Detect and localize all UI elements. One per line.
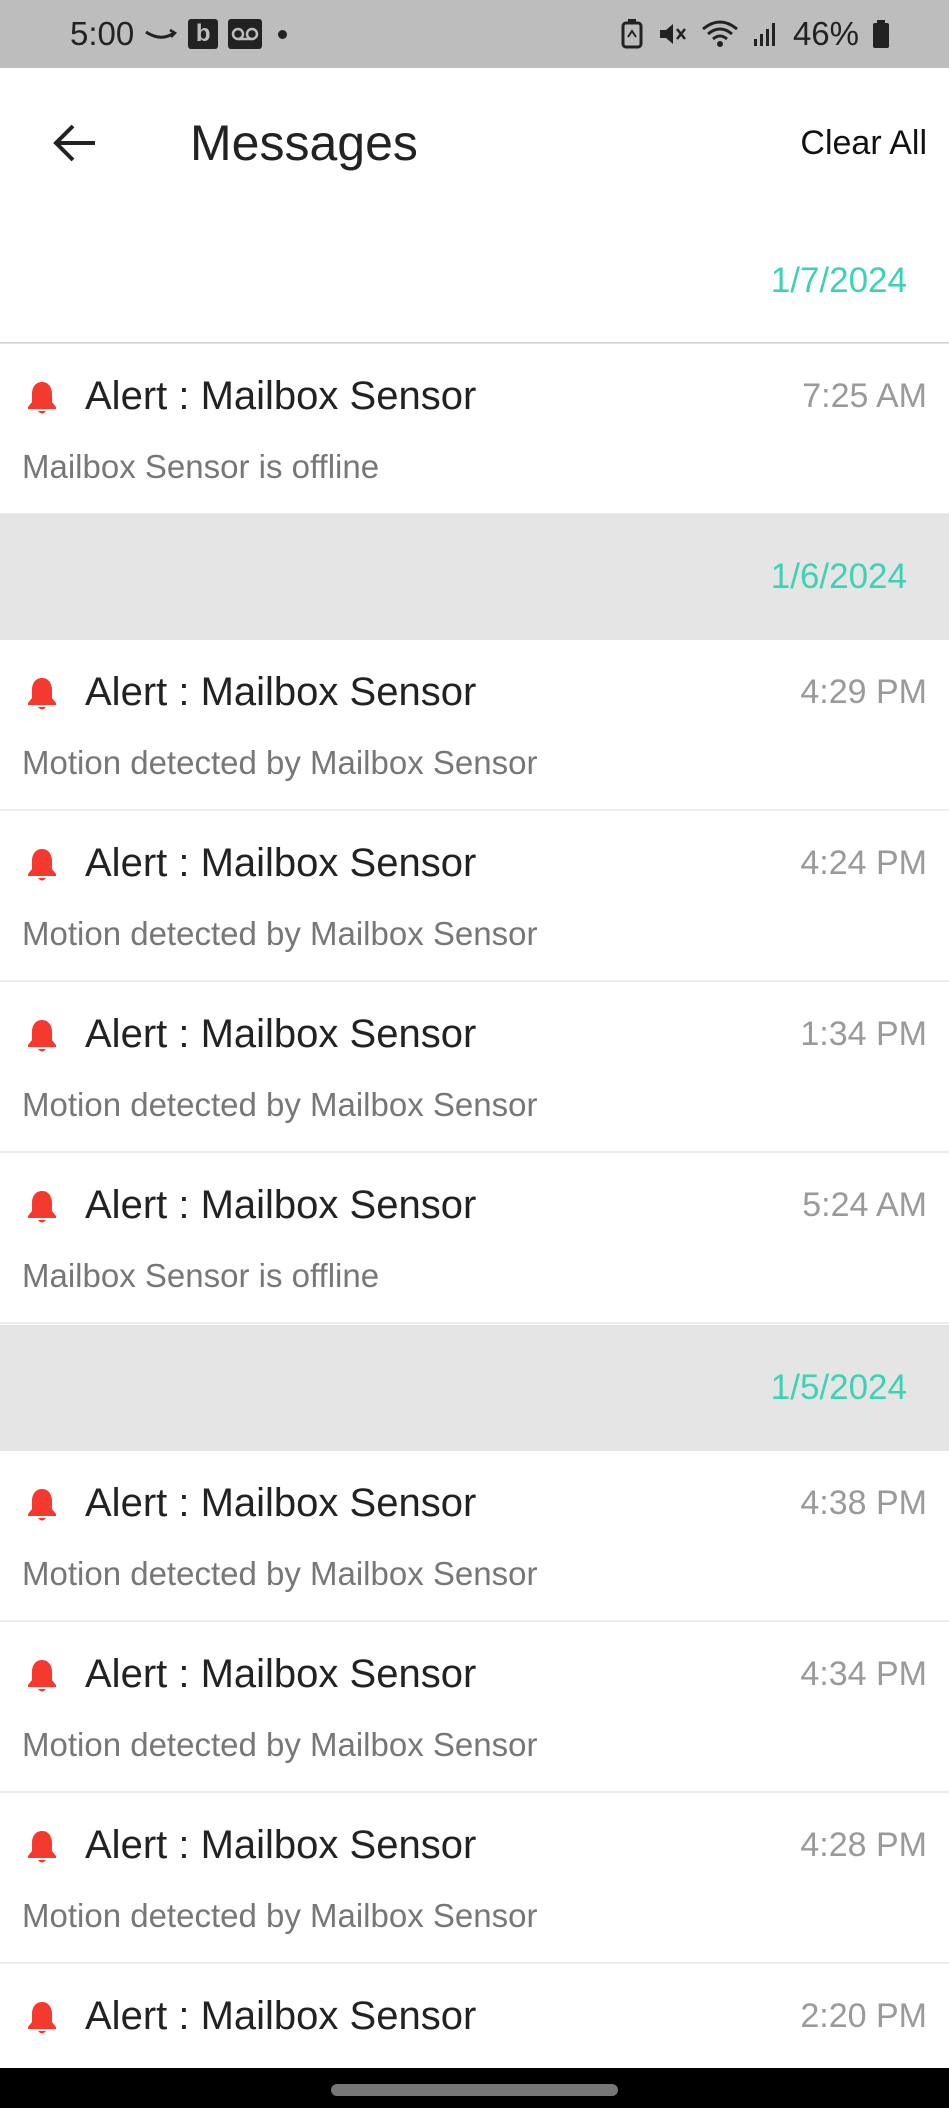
alert-title: Alert : Mailbox Sensor (85, 1012, 477, 1056)
alert-item[interactable]: Alert : Mailbox Sensor 4:28 PM Motion de… (0, 1793, 949, 1964)
alert-item[interactable]: Alert : Mailbox Sensor 7:25 AM Mailbox S… (0, 344, 949, 515)
alert-item[interactable]: Alert : Mailbox Sensor 4:29 PM Motion de… (0, 640, 949, 811)
date-header: 1/6/2024 (0, 514, 949, 640)
alert-title: Alert : Mailbox Sensor (85, 1823, 477, 1867)
dot-icon (278, 29, 288, 39)
bell-icon (28, 1489, 56, 1521)
back-button[interactable] (44, 113, 104, 173)
page-title: Messages (190, 115, 418, 171)
bell-icon (28, 382, 56, 414)
alert-title: Alert : Mailbox Sensor (85, 374, 477, 418)
clear-all-button[interactable]: Clear All (800, 118, 927, 168)
alert-time: 2:20 PM (800, 1997, 927, 2035)
wifi-icon (701, 19, 739, 49)
status-right: 46% (621, 0, 889, 68)
app-badge-icon: b (188, 19, 219, 49)
arrow-left-icon (53, 124, 95, 162)
bell-icon (28, 678, 56, 710)
bell-icon (28, 1660, 56, 1692)
alert-time: 7:25 AM (802, 377, 927, 415)
alert-message: Motion detected by Mailbox Sensor (22, 1555, 538, 1592)
alert-time: 4:24 PM (800, 844, 927, 882)
alert-message: Mailbox Sensor is offline (22, 1257, 380, 1294)
status-bar: 5:00 b 46% (0, 0, 949, 68)
alert-message: Mailbox Sensor is offline (22, 448, 380, 485)
home-handle[interactable] (331, 2084, 618, 2096)
alert-message: Motion detected by Mailbox Sensor (22, 744, 538, 781)
alert-time: 4:38 PM (800, 1484, 927, 1522)
alert-title: Alert : Mailbox Sensor (85, 1994, 477, 2038)
battery-icon (873, 20, 889, 48)
bell-icon (28, 1191, 56, 1223)
alert-time: 4:28 PM (800, 1826, 927, 1864)
date-header: 1/7/2024 (0, 218, 949, 344)
bell-icon (28, 1831, 56, 1863)
alert-item[interactable]: Alert : Mailbox Sensor 1:34 PM Motion de… (0, 982, 949, 1153)
alert-time: 1:34 PM (800, 1015, 927, 1053)
voicemail-icon (228, 19, 263, 49)
alert-item[interactable]: Alert : Mailbox Sensor 4:24 PM Motion de… (0, 811, 949, 982)
date-label: 1/5/2024 (770, 1368, 907, 1407)
date-header: 1/5/2024 (0, 1325, 949, 1451)
alert-title: Alert : Mailbox Sensor (85, 841, 477, 885)
alert-title: Alert : Mailbox Sensor (85, 670, 477, 714)
status-time: 5:00 (70, 15, 135, 52)
alert-time: 5:24 AM (802, 1186, 927, 1224)
alert-time: 4:29 PM (800, 673, 927, 711)
alert-item[interactable]: Alert : Mailbox Sensor 5:24 AM Mailbox S… (0, 1153, 949, 1324)
date-label: 1/7/2024 (770, 261, 907, 300)
battery-percent: 46% (792, 15, 859, 52)
battery-saver-icon (621, 19, 643, 49)
alert-item[interactable]: Alert : Mailbox Sensor 4:34 PM Motion de… (0, 1622, 949, 1793)
alert-message: Motion detected by Mailbox Sensor (22, 915, 538, 952)
alert-item[interactable]: Alert : Mailbox Sensor 4:38 PM Motion de… (0, 1451, 949, 1622)
status-left: 5:00 b (70, 0, 288, 68)
alert-message: Motion detected by Mailbox Sensor (22, 1897, 538, 1934)
alert-item[interactable]: Alert : Mailbox Sensor 2:20 PM (0, 1964, 949, 2068)
alert-title: Alert : Mailbox Sensor (85, 1481, 477, 1525)
date-label: 1/6/2024 (770, 557, 907, 596)
bell-icon (28, 2002, 56, 2034)
alert-title: Alert : Mailbox Sensor (85, 1652, 477, 1696)
alert-title: Alert : Mailbox Sensor (85, 1183, 477, 1227)
app-header: Messages Clear All (0, 68, 949, 218)
amazon-smile-icon (144, 24, 178, 44)
bell-icon (28, 1020, 56, 1052)
navigation-bar (0, 2068, 949, 2108)
alert-message: Motion detected by Mailbox Sensor (22, 1086, 538, 1123)
mute-icon (657, 19, 687, 49)
alert-message: Motion detected by Mailbox Sensor (22, 1726, 538, 1763)
bell-icon (28, 849, 56, 881)
signal-icon (753, 21, 779, 47)
alert-time: 4:34 PM (800, 1655, 927, 1693)
